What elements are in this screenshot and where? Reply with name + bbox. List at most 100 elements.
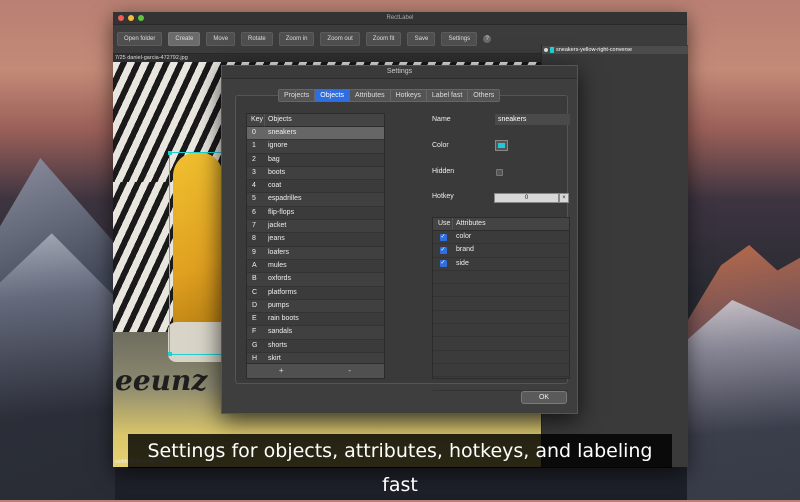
object-key: 1 [252,142,256,150]
table-row[interactable]: Boxfords [247,273,384,287]
color-well[interactable] [495,140,508,151]
empty-table-row [433,311,569,325]
table-row[interactable]: Fsandals [247,326,384,340]
table-row[interactable]: 4 coat [247,180,384,194]
table-row[interactable]: Erain boots [247,313,384,327]
tab-hotkeys[interactable]: Hotkeys [390,90,427,101]
hotkey-field[interactable]: 0 [494,193,559,203]
tab-label-fast[interactable]: Label fast [426,90,469,101]
object-name: coat [268,182,282,190]
name-field[interactable]: sneakers [495,114,570,125]
object-name: boots [268,168,286,176]
file-path-text: 7/25 daniel-garcia-472792.jpg [115,55,188,61]
table-row[interactable]: 5 espadrilles [247,193,384,207]
eye-icon[interactable] [544,48,548,52]
bbox-handle[interactable] [168,352,172,356]
attributes-column-header[interactable]: Attributes [453,218,486,230]
zoom-window-button[interactable] [138,15,144,21]
toolbar-button-create[interactable]: Create [168,32,201,46]
attribute-use-cell: ✓ [433,233,453,241]
graffiti-text: eeunz [115,364,208,397]
object-key: 9 [252,248,256,256]
settings-dialog: Settings Projects Objects Attributes Hotkey… [221,65,578,414]
toolbar-button-save[interactable]: Save [407,32,436,46]
table-row[interactable]: ✓ color [433,231,569,245]
hidden-checkbox[interactable] [496,169,503,176]
ok-button[interactable]: OK [521,391,567,404]
table-row[interactable]: ✓ brand [433,244,569,258]
object-name: pumps [268,301,290,309]
table-row[interactable]: 1 ignore [247,140,384,154]
table-row[interactable]: Gshorts [247,340,384,354]
empty-table-row [433,271,569,285]
object-name: flip-flops [268,208,295,216]
object-name: ignore [268,142,288,150]
label-list-item[interactable]: sneakers-yellow-right-converse [542,46,688,54]
table-row[interactable]: 0 sneakers [247,127,384,141]
empty-table-row [433,351,569,364]
table-row[interactable]: 2 bag [247,154,384,167]
key-column-header[interactable]: Key [247,114,265,126]
table-row[interactable]: 8 jeans [247,233,384,247]
tab-objects[interactable]: Objects [315,90,351,101]
object-name: sandals [268,328,293,336]
toolbar-button-settings[interactable]: Settings [441,32,478,46]
checkmark-icon[interactable]: ✓ [439,260,447,268]
object-name: rain boots [268,315,299,323]
checkmark-icon[interactable]: ✓ [439,246,447,254]
attribute-use-cell: ✓ [433,260,453,268]
window-controls [118,15,144,21]
bounding-box[interactable] [168,151,226,356]
help-icon[interactable]: ? [483,35,492,43]
window-title: RectLabel [386,15,414,21]
objects-column-header[interactable]: Objects [265,114,292,126]
attribute-name: color [456,233,472,240]
object-key: D [252,301,258,309]
label-list-item-text: sneakers-yellow-right-converse [556,47,633,53]
hotkey-label: Hotkey [432,193,454,200]
tab-projects[interactable]: Projects [279,90,316,101]
objects-table-footer: + - [247,363,384,378]
toolbar-button-zoom-fit[interactable]: Zoom fit [365,32,402,46]
table-row[interactable]: Cplatforms [247,287,384,300]
table-row[interactable]: Amules [247,260,384,274]
object-name: sneakers [268,129,297,136]
objects-table-body: 0 sneakers 1 ignore 2 bag 3 boots 4 coat 5 espadril… [247,127,384,378]
close-window-button[interactable] [118,15,124,21]
toolbar-button-open-folder[interactable]: Open folder [117,32,163,46]
table-row[interactable]: ✓ side [433,258,569,271]
object-name: oxfords [268,275,291,283]
objects-table: Key Objects 0 sneakers 1 ignore 2 bag 3 boots 4 c… [246,113,385,379]
zebra-fabric [113,182,173,332]
bbox-handle[interactable] [168,151,172,155]
object-key: B [252,275,257,283]
object-name: jacket [268,222,287,230]
add-object-button[interactable]: + [247,364,316,378]
checkmark-icon[interactable]: ✓ [439,233,447,241]
hotkey-clear-button[interactable]: × [559,193,569,203]
toolbar-button-zoom-out[interactable]: Zoom out [320,32,360,46]
name-label: Name [432,116,451,123]
caption-banner: Settings for objects, attributes, hotkey… [128,434,672,496]
toolbar-button-zoom-in[interactable]: Zoom in [278,32,315,46]
label-color-swatch [550,47,554,53]
remove-object-button[interactable]: - [316,364,385,378]
object-name: shorts [268,341,288,349]
tab-others[interactable]: Others [468,90,500,101]
empty-table-row [433,377,569,391]
tab-attributes[interactable]: Attributes [350,90,391,101]
table-row[interactable]: 6 flip-flops [247,207,384,221]
table-row[interactable]: 3 boots [247,166,384,181]
object-key: 7 [252,222,256,230]
minimize-window-button[interactable] [128,15,134,21]
toolbar-button-move[interactable]: Move [206,32,236,46]
object-name: bag [268,155,280,163]
table-row[interactable]: Dpumps [247,299,384,314]
object-key: 3 [252,168,256,176]
table-row[interactable]: 7 jacket [247,220,384,234]
object-key: 2 [252,155,256,163]
attributes-table-body: ✓ color ✓ brand ✓ side [433,231,569,391]
use-column-header[interactable]: Use [433,218,453,230]
table-row[interactable]: 9 loafers [247,246,384,260]
toolbar-button-rotate[interactable]: Rotate [241,32,273,46]
